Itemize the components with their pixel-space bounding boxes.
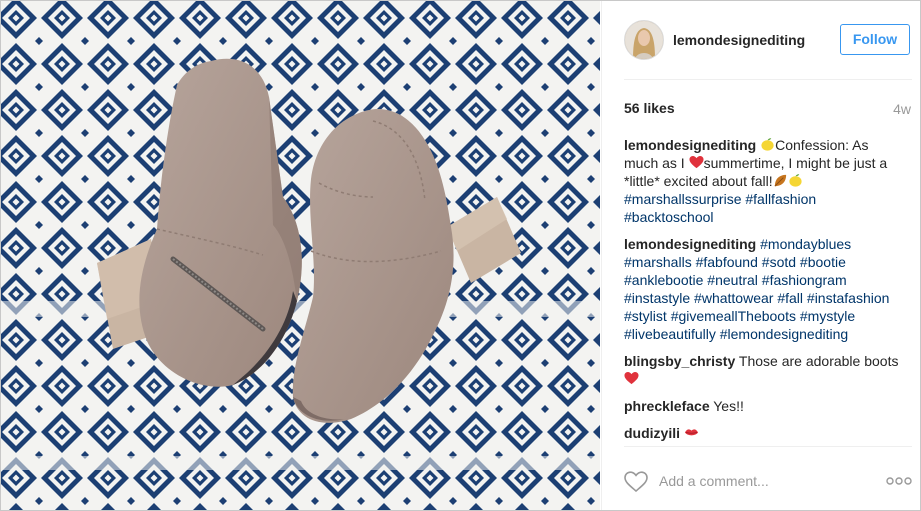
hashtag-link[interactable]: #instafashion — [807, 290, 890, 306]
comment-text: Yes!! — [713, 398, 744, 414]
hashtag-link[interactable]: #marshallssurprise — [624, 191, 741, 207]
like-heart-icon[interactable] — [624, 471, 648, 493]
lemon-icon — [760, 137, 775, 151]
comment-item: lemondesignediting #mondayblues #marshal… — [624, 235, 904, 343]
instagram-post-window: lemondesignediting Follow 56 likes 4w le… — [0, 0, 921, 511]
likes-count[interactable]: 56 likes — [624, 100, 675, 116]
comment-text: Those are adorable boots — [738, 353, 899, 369]
hashtag-link[interactable]: #livebeautifully — [624, 326, 716, 342]
hashtag-link[interactable]: #fallfashion — [745, 191, 816, 207]
post-header: lemondesignediting Follow — [602, 1, 920, 79]
hashtag-link[interactable]: #instastyle — [624, 290, 690, 306]
comment-username[interactable]: lemondesignediting — [624, 236, 756, 252]
header-username[interactable]: lemondesignediting — [673, 32, 805, 48]
comment-item: dudizyili — [624, 424, 904, 442]
hashtag-link[interactable]: #lemondesignediting — [720, 326, 848, 342]
leaf-icon — [773, 173, 788, 187]
comment-username[interactable]: blingsby_christy — [624, 353, 735, 369]
hashtag-link[interactable]: #stylist — [624, 308, 667, 324]
post-photo[interactable] — [1, 1, 600, 510]
hashtag-link[interactable]: #neutral — [707, 272, 758, 288]
hashtag-link[interactable]: #bootie — [800, 254, 846, 270]
hashtag-link[interactable]: #backtoschool — [624, 209, 714, 225]
comment-username[interactable]: phreckleface — [624, 398, 710, 414]
avatar[interactable] — [624, 20, 664, 60]
post-age[interactable]: 4w — [893, 101, 911, 117]
comments-list: lemondesignediting Confession: As much a… — [624, 136, 904, 445]
post-footer: Add a comment... — [602, 446, 920, 510]
hashtag-link[interactable]: #givemeallTheboots — [671, 308, 796, 324]
hashtag-link[interactable]: #mystyle — [800, 308, 855, 324]
comment-item: phreckleface Yes!! — [624, 397, 904, 415]
hashtag-link[interactable]: #marshalls — [624, 254, 692, 270]
follow-button[interactable]: Follow — [840, 24, 910, 55]
hashtag-link[interactable]: #sotd — [762, 254, 796, 270]
kiss-icon — [684, 425, 699, 439]
more-options-icon[interactable] — [886, 474, 912, 488]
add-comment-input[interactable]: Add a comment... — [659, 471, 859, 491]
lemon-icon — [788, 173, 803, 187]
post-sidebar: lemondesignediting Follow 56 likes 4w le… — [601, 1, 920, 510]
comment-item: blingsby_christy Those are adorable boot… — [624, 352, 904, 388]
hashtag-link[interactable]: #whattowear — [694, 290, 773, 306]
comment-item: lemondesignediting Confession: As much a… — [624, 136, 904, 226]
boots-on-rug-image — [1, 1, 600, 510]
hashtag-link[interactable]: #fall — [777, 290, 803, 306]
heart-icon — [689, 155, 704, 169]
hashtag-link[interactable]: #mondayblues — [760, 236, 851, 252]
avatar-portrait — [625, 21, 663, 59]
header-divider — [624, 79, 912, 80]
hashtag-link[interactable]: #fashiongram — [762, 272, 847, 288]
comment-username[interactable]: lemondesignediting — [624, 137, 756, 153]
hashtag-link[interactable]: #anklebootie — [624, 272, 703, 288]
heart-icon — [624, 371, 639, 385]
comment-username[interactable]: dudizyili — [624, 425, 680, 441]
hashtag-link[interactable]: #fabfound — [696, 254, 758, 270]
